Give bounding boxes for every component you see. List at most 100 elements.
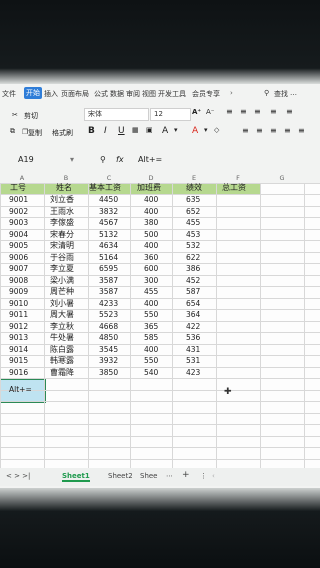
cell-id[interactable]: 9008 <box>9 276 28 286</box>
cell-performance[interactable]: 431 <box>186 345 200 355</box>
header-id[interactable]: 工号 <box>10 183 26 193</box>
cell-performance[interactable]: 635 <box>186 195 200 205</box>
cell-name[interactable]: 宋春分 <box>50 230 74 240</box>
cut-button[interactable]: 剪切 <box>24 111 38 121</box>
column-header-e[interactable]: E <box>172 174 216 183</box>
add-sheet-button[interactable]: + <box>182 470 190 480</box>
menu-member[interactable]: 会员专享 <box>192 89 220 99</box>
column-header-f[interactable]: F <box>216 174 260 183</box>
cell-name[interactable]: 曹霜降 <box>50 368 74 378</box>
cell-id[interactable]: 9016 <box>9 368 28 378</box>
cell-id[interactable]: 9001 <box>9 195 28 205</box>
align-center-icon[interactable]: ≡ <box>256 126 263 135</box>
cell-id[interactable]: 9011 <box>9 310 28 320</box>
column-header-b[interactable]: B <box>44 174 88 183</box>
cell-name[interactable]: 李傢盛 <box>50 218 74 228</box>
cut-icon[interactable]: ✂ <box>12 111 18 119</box>
dropdown-icon[interactable]: ▾ <box>174 126 178 134</box>
header-total[interactable]: 总工资 <box>222 183 246 193</box>
cell-base-salary[interactable]: 5523 <box>99 310 118 320</box>
cell-overtime[interactable]: 455 <box>144 287 158 297</box>
cell-performance[interactable]: 452 <box>186 276 200 286</box>
merge-icon[interactable]: ▣ <box>146 126 153 134</box>
cell-overtime[interactable]: 400 <box>144 207 158 217</box>
cell-id[interactable]: 9009 <box>9 287 28 297</box>
cell-name[interactable]: 牛处暑 <box>50 333 74 343</box>
cell-base-salary[interactable]: 3832 <box>99 207 118 217</box>
cell-name[interactable]: 周大暑 <box>50 310 74 320</box>
tab-sheet1[interactable]: Sheet1 <box>62 472 90 482</box>
cell-performance[interactable]: 532 <box>186 241 200 251</box>
cell-overtime[interactable]: 400 <box>144 299 158 309</box>
cell-id[interactable]: 9003 <box>9 218 28 228</box>
fill-color-button[interactable]: A <box>162 126 168 136</box>
column-header-c[interactable]: C <box>88 174 130 183</box>
cell-base-salary[interactable]: 3545 <box>99 345 118 355</box>
menu-review[interactable]: 审阅 <box>126 89 140 99</box>
cell-name[interactable]: 陈白露 <box>50 345 74 355</box>
increase-font-icon[interactable]: A⁺ <box>192 108 201 116</box>
menu-start[interactable]: 开始 <box>24 87 42 99</box>
cell-id[interactable]: 9007 <box>9 264 28 274</box>
cell-base-salary[interactable]: 5164 <box>99 253 118 263</box>
cell-id[interactable]: 9005 <box>9 241 28 251</box>
cell-overtime[interactable]: 380 <box>144 218 158 228</box>
sheet-tabs-more-icon[interactable]: ⋯ <box>166 472 173 480</box>
cell-overtime[interactable]: 500 <box>144 230 158 240</box>
cell-overtime[interactable]: 300 <box>144 276 158 286</box>
align-middle-icon[interactable]: ≡ <box>240 107 247 116</box>
italic-button[interactable]: I <box>104 126 107 136</box>
menu-search[interactable]: 查找 <box>274 89 288 99</box>
cell-base-salary[interactable]: 5132 <box>99 230 118 240</box>
cell-base-salary[interactable]: 4567 <box>99 218 118 228</box>
expand-icon[interactable]: › <box>230 89 233 97</box>
cell-name[interactable]: 刘立香 <box>50 195 74 205</box>
cell-overtime[interactable]: 400 <box>144 345 158 355</box>
indent-icon[interactable]: ≡ <box>286 107 293 116</box>
cell-performance[interactable]: 587 <box>186 287 200 297</box>
name-box-dropdown-icon[interactable]: ▾ <box>70 155 74 164</box>
cell-base-salary[interactable]: 4450 <box>99 195 118 205</box>
header-name[interactable]: 姓名 <box>56 183 72 193</box>
cell-overtime[interactable]: 550 <box>144 310 158 320</box>
menu-page-layout[interactable]: 页面布局 <box>61 89 89 99</box>
cell-overtime[interactable]: 550 <box>144 356 158 366</box>
cell-name[interactable]: 李立夏 <box>50 264 74 274</box>
cell-base-salary[interactable]: 4850 <box>99 333 118 343</box>
cell-id[interactable]: 9004 <box>9 230 28 240</box>
paste-icon[interactable]: ⧉ <box>10 127 15 136</box>
tab-sheet3[interactable]: Shee <box>140 472 158 480</box>
cell-name[interactable]: 于谷雨 <box>50 253 74 263</box>
decrease-font-icon[interactable]: A⁻ <box>206 108 214 116</box>
copy-button[interactable]: 复制 <box>28 128 42 138</box>
menu-view[interactable]: 视图 <box>142 89 156 99</box>
menu-insert[interactable]: 插入 <box>44 89 58 99</box>
wrap-icon[interactable]: ≡ <box>298 126 305 135</box>
format-painter-button[interactable]: 格式刷 <box>52 128 73 138</box>
cell-base-salary[interactable]: 3587 <box>99 276 118 286</box>
header-overtime[interactable]: 加班费 <box>137 183 161 193</box>
menu-data[interactable]: 数据 <box>110 89 124 99</box>
cell-name[interactable]: 李立秋 <box>50 322 74 332</box>
cell-name[interactable]: 刘小暑 <box>50 299 74 309</box>
search-icon[interactable]: ⚲ <box>264 89 269 97</box>
menu-file[interactable]: 文件 <box>2 89 16 99</box>
cell-performance[interactable]: 423 <box>186 368 200 378</box>
cell-overtime[interactable]: 400 <box>144 241 158 251</box>
align-left-icon[interactable]: ≡ <box>242 126 249 135</box>
cell-overtime[interactable]: 360 <box>144 253 158 263</box>
cell-performance[interactable]: 536 <box>186 333 200 343</box>
bold-button[interactable]: B <box>88 126 95 136</box>
menu-formula[interactable]: 公式 <box>94 89 108 99</box>
column-header-a[interactable]: A <box>0 174 44 183</box>
cell-base-salary[interactable]: 3850 <box>99 368 118 378</box>
font-name-select[interactable]: 宋体 <box>84 108 149 121</box>
underline-button[interactable]: U <box>118 126 125 136</box>
formula-content[interactable]: Alt+= <box>138 155 162 164</box>
cell-performance[interactable]: 386 <box>186 264 200 274</box>
cell-name[interactable]: 周芒种 <box>50 287 74 297</box>
sheet-grid[interactable]: 工号 姓名 基本工资 加班费 绩效 总工资 9001 刘立香 4450 400 635 9… <box>0 183 320 483</box>
font-color-button[interactable]: A <box>192 126 198 136</box>
cell-id[interactable]: 9002 <box>9 207 28 217</box>
cell-name[interactable]: 王雨水 <box>50 207 74 217</box>
